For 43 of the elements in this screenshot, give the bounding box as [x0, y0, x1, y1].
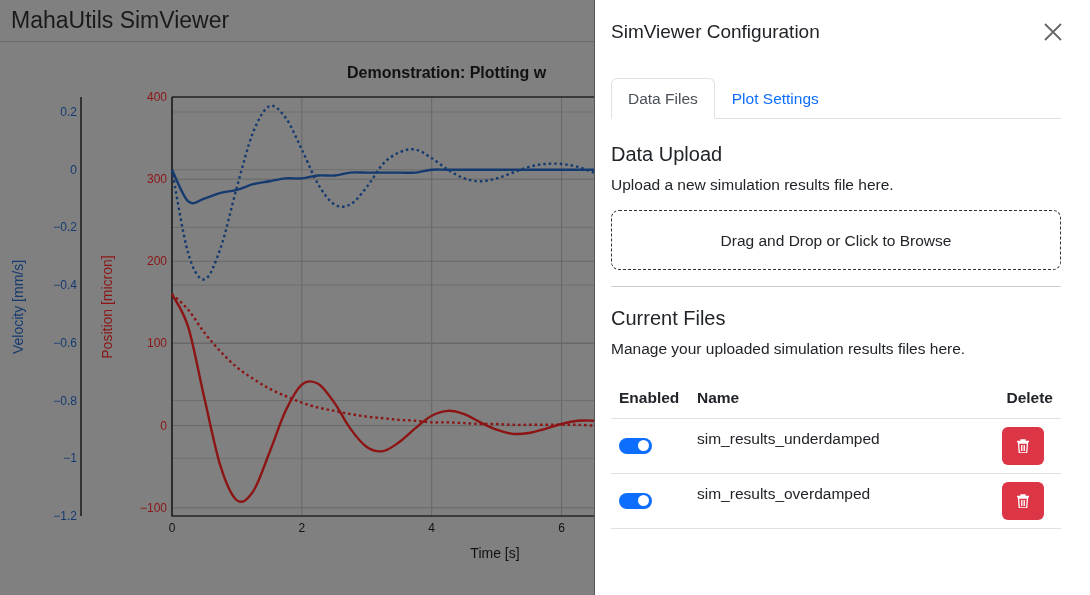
tab[interactable]: Data Files	[611, 78, 715, 119]
tick-label: 0	[160, 418, 167, 433]
tick-label: 0	[70, 162, 77, 177]
trash-icon	[1017, 438, 1029, 453]
tick-label: 0.2	[60, 105, 77, 119]
tick-label: 2	[298, 521, 306, 535]
tick-label: 0	[168, 521, 176, 535]
tick-label: −0.2	[53, 220, 77, 235]
axis-title: Time [s]	[470, 545, 520, 561]
trash-icon	[1017, 493, 1029, 508]
file-dropzone[interactable]: Drag and Drop or Click to Browse	[611, 210, 1061, 271]
chart-title: Demonstration: Plotting w	[347, 64, 547, 81]
tick-label: 400	[146, 90, 167, 104]
tick-label: 6	[558, 521, 565, 535]
tick-label: 4	[428, 521, 436, 535]
tick-label: 300	[146, 172, 167, 187]
tick-label: 100	[146, 336, 167, 351]
toggle-switch[interactable]	[619, 492, 652, 509]
column-header: Name	[696, 388, 741, 409]
tick-label: 200	[146, 254, 167, 269]
delete-button[interactable]	[1002, 426, 1044, 465]
section-description: Manage your uploaded simulation results files here.	[611, 339, 967, 360]
tick-label: −1	[63, 451, 77, 466]
column-header: Delete	[1005, 388, 1054, 409]
close-icon[interactable]	[1043, 22, 1063, 42]
app-title: MahaUtils SimViewer	[11, 6, 230, 36]
tick-label: −0.6	[53, 335, 77, 350]
column-header: Enabled	[618, 388, 681, 409]
tick-label: −0.4	[53, 278, 77, 293]
tab[interactable]: Plot Settings	[714, 78, 836, 119]
panel-title: SimViewer Configuration	[611, 19, 820, 44]
tick-label: −0.8	[53, 393, 77, 408]
axis-title: Position [micron]	[99, 255, 115, 359]
tick-label: −1.2	[53, 509, 77, 523]
file-name: sim_results_underdamped	[697, 429, 880, 447]
section-heading: Current Files	[611, 306, 727, 332]
section-heading: Data Upload	[611, 142, 724, 167]
file-name: sim_results_overdamped	[697, 484, 871, 502]
section-description: Upload a new simulation results file here.	[611, 175, 895, 195]
toggle-switch[interactable]	[619, 437, 652, 454]
axis-title: Velocity [mm/s]	[10, 259, 26, 355]
delete-button[interactable]	[1002, 481, 1044, 520]
tick-label: −100	[139, 500, 167, 515]
